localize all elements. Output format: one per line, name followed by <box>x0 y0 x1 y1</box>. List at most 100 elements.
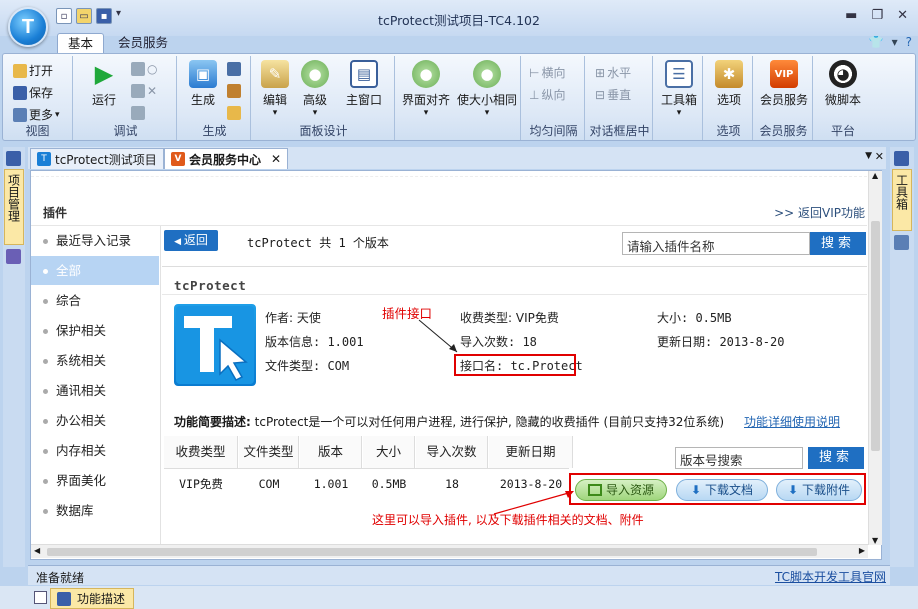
group-spacing: ⊢ 横向 ⊥ 纵向 均匀间隔 <box>523 56 585 140</box>
version-search-input[interactable]: 版本号搜索 <box>675 447 803 469</box>
version-search-button[interactable]: 搜索 <box>808 447 864 469</box>
vertical-spacing-button[interactable]: ⊥ 纵向 <box>529 86 565 103</box>
advanced-button[interactable]: ● 高级 ▾ <box>297 60 333 118</box>
category-item[interactable]: 内存相关 <box>31 436 159 465</box>
debug-step-icon[interactable]: ○ <box>131 62 157 76</box>
close-icon[interactable]: ✕ <box>897 8 908 23</box>
generate-label: 生成 <box>190 93 215 107</box>
scroll-down-icon[interactable]: ▼ <box>872 536 878 545</box>
align-icon: ● <box>412 60 440 88</box>
group-label-panel-design: 面板设计 <box>299 124 348 138</box>
scroll-left-icon[interactable]: ◀ <box>34 546 40 555</box>
list-icon[interactable] <box>34 591 47 604</box>
open-button[interactable]: 打开 <box>13 62 53 79</box>
plugin-search-input[interactable]: 请输入插件名称 <box>622 232 810 255</box>
maximize-icon[interactable]: ❐ <box>871 8 883 23</box>
edit-button[interactable]: ✎ 编辑 ▾ <box>257 60 293 118</box>
horizontal-scrollbar[interactable]: ◀ ▶ <box>31 544 868 558</box>
close-tab-icon[interactable]: ✕ <box>271 152 281 166</box>
category-item[interactable]: 界面美化 <box>31 466 159 495</box>
settings-icon[interactable] <box>6 249 21 264</box>
clipboard-icon: ✎ <box>261 60 289 88</box>
member-service-button[interactable]: VIP 会员服务 <box>757 60 811 108</box>
download-doc-button[interactable]: ⬇ 下载文档 <box>676 479 768 501</box>
tab-close-all-icon[interactable]: ✕ <box>875 150 884 163</box>
more-label: 更多 <box>29 108 54 122</box>
category-item[interactable]: 保护相关 <box>31 316 159 345</box>
brush-icon[interactable] <box>227 84 241 98</box>
category-item[interactable]: 综合 <box>31 286 159 315</box>
chevron-down-icon[interactable]: ▾ <box>892 35 898 49</box>
table-header: 更新日期 <box>489 436 573 468</box>
bullet-icon <box>43 419 48 424</box>
generate-button[interactable]: ▣ 生成 <box>183 60 223 108</box>
shirt-icon[interactable]: 👕 <box>869 35 884 49</box>
h-center-icon: ⊞ <box>595 65 606 80</box>
ribbon-tabs: 基本 会员服务 👕 ▾ ? <box>0 32 918 54</box>
vertical-scrollbar[interactable]: ▲ ▼ <box>868 171 882 545</box>
table-header: 版本 <box>300 436 362 468</box>
back-button[interactable]: ◀ 返回 <box>164 230 218 251</box>
make-same-size-button[interactable]: ● 使大小相同 ▾ <box>455 60 519 118</box>
project-manager-tab[interactable]: 项目管理 <box>4 169 24 245</box>
scrolled-top-strip <box>31 171 867 177</box>
options-button[interactable]: ✱ 选项 <box>709 60 749 108</box>
doc-tab-member-center[interactable]: V 会员服务中心 ✕ <box>164 148 289 169</box>
plugin-search-button[interactable]: 搜索 <box>810 232 866 255</box>
micro-script-button[interactable]: ◕ 微脚本 <box>819 60 867 108</box>
function-description-tab[interactable]: 功能描述 <box>50 588 135 609</box>
doc-tab-project[interactable]: TtcProtect测试项目 <box>30 148 164 169</box>
category-label: 保护相关 <box>56 323 107 338</box>
vip-icon: VIP <box>770 60 798 88</box>
folder-open-icon[interactable] <box>227 106 241 120</box>
scroll-right-icon[interactable]: ▶ <box>859 546 865 555</box>
horizontal-spacing-button[interactable]: ⊢ 横向 <box>529 64 565 81</box>
minimize-icon[interactable]: ▬ <box>845 8 857 23</box>
scroll-thumb[interactable] <box>871 221 880 451</box>
category-label: 最近导入记录 <box>56 233 132 248</box>
table-cell: 1.001 <box>313 477 349 491</box>
run-button[interactable]: ▶ 运行 <box>83 60 125 108</box>
app-logo-button[interactable]: T <box>8 7 48 47</box>
hscroll-thumb[interactable] <box>47 548 817 556</box>
h-center-label: 水平 <box>607 66 632 80</box>
properties-icon[interactable] <box>894 235 909 250</box>
category-item[interactable]: 系统相关 <box>31 346 159 375</box>
group-center: ⊞ 水平 ⊟ 垂直 对话框居中 <box>587 56 653 140</box>
main-window-button[interactable]: ▤ 主窗口 <box>341 60 387 108</box>
help-icon[interactable]: ? <box>906 35 912 49</box>
center-vertical-button[interactable]: ⊟ 垂直 <box>595 86 631 103</box>
usage-doc-link[interactable]: 功能详细使用说明 <box>744 413 840 430</box>
more-button[interactable]: 更多 ▾ <box>13 106 60 123</box>
center-horizontal-button[interactable]: ⊞ 水平 <box>595 64 631 81</box>
toolbox-button[interactable]: ☰ 工具箱 ▾ <box>658 60 700 118</box>
scroll-up-icon[interactable]: ▲ <box>872 171 878 180</box>
download-icon: ⬇ <box>690 483 702 497</box>
layers-icon[interactable] <box>227 62 241 76</box>
category-item[interactable]: 办公相关 <box>31 406 159 435</box>
table-cell: 0.5MB <box>371 477 407 491</box>
download-attachment-button[interactable]: ⬇ 下载附件 <box>776 479 862 501</box>
debug-copy-icon[interactable]: ✕ <box>131 84 157 98</box>
v-spacing-icon: ⊥ <box>529 87 540 102</box>
category-item[interactable]: 最近导入记录 <box>31 226 159 255</box>
h-spacing-label: 横向 <box>541 66 566 80</box>
category-item[interactable]: 通讯相关 <box>31 376 159 405</box>
group-debug: ▶ 运行 ○ ✕ 调试 <box>75 56 177 140</box>
back-to-vip-link[interactable]: >> 返回VIP功能 <box>774 204 865 221</box>
import-resource-button[interactable]: 导入资源 <box>575 479 667 501</box>
category-item[interactable]: 数据库 <box>31 496 159 525</box>
interface-align-button[interactable]: ● 界面对齐 ▾ <box>399 60 453 118</box>
official-site-link[interactable]: TC脚本开发工具官网 <box>775 568 886 585</box>
tab-basic[interactable]: 基本 <box>57 33 105 54</box>
toolbox-panel-icon[interactable] <box>894 151 909 166</box>
save-button[interactable]: 保存 <box>13 84 53 101</box>
toolbox-tab[interactable]: 工具箱 <box>892 169 912 231</box>
tab-member-service[interactable]: 会员服务 <box>108 33 178 54</box>
category-item[interactable]: 全部 <box>31 256 159 285</box>
panel-icon[interactable] <box>6 151 21 166</box>
bullet-icon <box>43 239 48 244</box>
tab-list-icon[interactable]: ▼ <box>865 151 872 161</box>
download-icon: ⬇ <box>787 483 799 497</box>
debug-stop-icon[interactable] <box>131 106 145 120</box>
